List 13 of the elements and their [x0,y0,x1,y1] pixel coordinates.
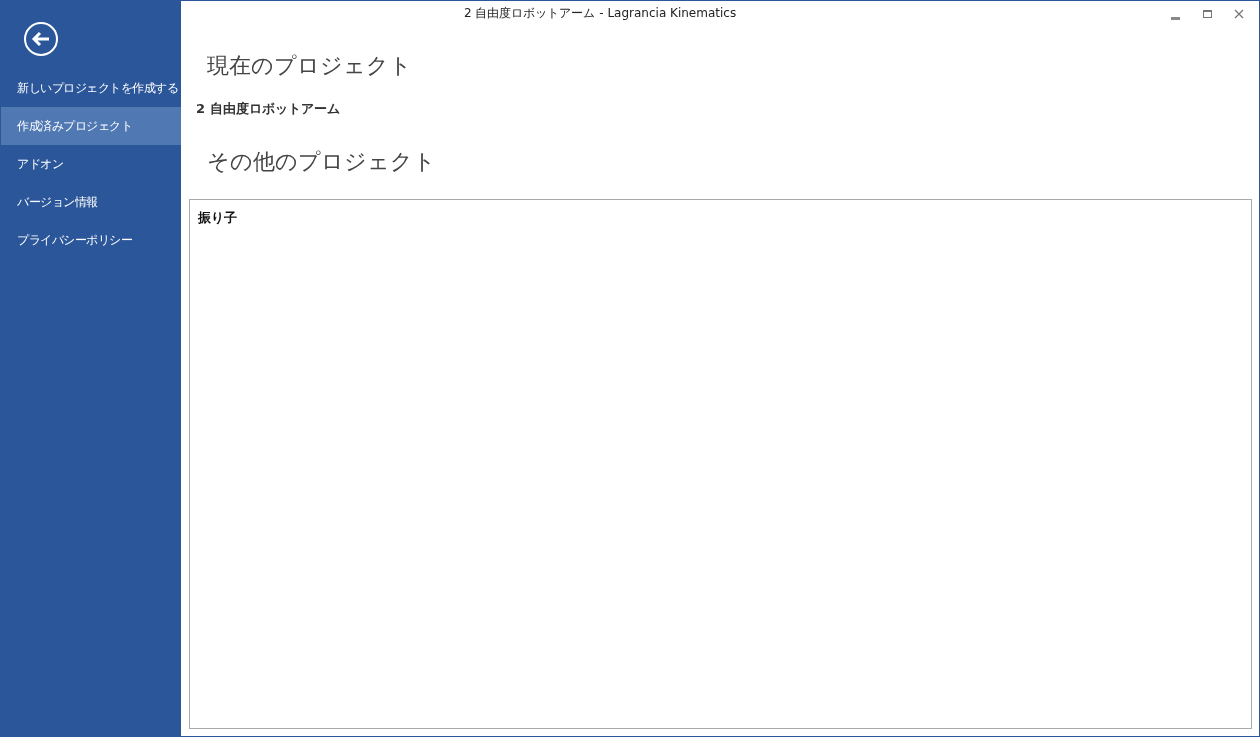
sidebar-item[interactable]: バージョン情報 [1,183,181,221]
project-item[interactable]: 振り子 [198,207,237,227]
sidebar-item[interactable]: 新しいプロジェクトを作成する [1,69,181,107]
back-button[interactable] [23,21,59,57]
sidebar-item[interactable]: 作成済みプロジェクト [1,107,181,145]
sidebar-item[interactable]: プライバシーポリシー [1,221,181,259]
sidebar-item[interactable]: アドオン [1,145,181,183]
project-item[interactable]: 2 自由度ロボットアーム [196,99,340,119]
section-heading: 現在のプロジェクト [207,52,413,80]
maximize-button[interactable] [1201,8,1213,20]
close-button[interactable] [1233,8,1245,20]
section-heading: その他のプロジェクト [207,147,437,176]
window-title: 2 自由度ロボットアーム - Lagrancia Kinematics [464,5,737,22]
